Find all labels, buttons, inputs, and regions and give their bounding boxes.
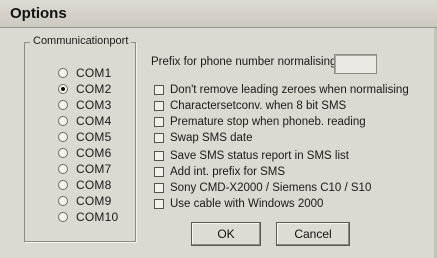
radio-label: COM9 [76, 193, 112, 208]
radio-com1[interactable]: COM1 [58, 65, 111, 80]
radio-com3[interactable]: COM3 [58, 97, 111, 112]
prefix-input[interactable] [334, 54, 377, 74]
radio-com7[interactable]: COM7 [58, 161, 111, 176]
checkbox-label: Use cable with Windows 2000 [170, 198, 324, 210]
radio-com4[interactable]: COM4 [58, 113, 111, 128]
prefix-label: Prefix for phone number normalising [151, 56, 337, 68]
checkbox[interactable] [154, 101, 164, 111]
radio-label: COM5 [76, 129, 112, 144]
radio-button[interactable] [58, 131, 68, 142]
radio-label: COM2 [76, 81, 112, 96]
radio-button[interactable] [58, 67, 68, 78]
checkbox[interactable] [154, 199, 164, 209]
radio-button[interactable] [58, 179, 68, 190]
checkbox[interactable] [154, 117, 164, 127]
checkbox-label: Premature stop when phoneb. reading [170, 116, 366, 128]
ok-button[interactable]: OK [191, 222, 261, 246]
radio-com5[interactable]: COM5 [58, 129, 111, 144]
radio-label: COM1 [76, 65, 112, 80]
radio-label: COM7 [76, 161, 112, 176]
radio-button[interactable] [58, 115, 68, 126]
checkbox-label: Save SMS status report in SMS list [170, 150, 349, 162]
checkbox-label: Sony CMD-X2000 / Siemens C10 / S10 [170, 182, 372, 194]
radio-label: COM8 [76, 177, 112, 192]
cancel-button[interactable]: Cancel [276, 222, 350, 246]
checkbox-label: Don't remove leading zeroes when normali… [170, 84, 409, 96]
option-save-status-report[interactable]: Save SMS status report in SMS list [154, 149, 349, 163]
title-bar: Options [0, 0, 437, 28]
radio-com10[interactable]: COM10 [58, 209, 118, 224]
radio-com2[interactable]: COM2 [58, 81, 111, 96]
checkbox-label: Add int. prefix for SMS [170, 166, 286, 178]
radio-com6[interactable]: COM6 [58, 145, 111, 160]
radio-button[interactable] [58, 99, 68, 110]
option-charset-conversion[interactable]: Charactersetconv. when 8 bit SMS [154, 99, 346, 113]
communication-port-label: Communicationport [30, 35, 132, 47]
radio-button-selected[interactable] [58, 83, 68, 94]
checkbox[interactable] [154, 85, 164, 95]
checkbox-label: Swap SMS date [170, 132, 253, 144]
checkbox[interactable] [154, 133, 164, 143]
radio-button[interactable] [58, 195, 68, 206]
radio-label: COM4 [76, 113, 112, 128]
radio-label: COM6 [76, 145, 112, 160]
radio-com9[interactable]: COM9 [58, 193, 111, 208]
window-title: Options [10, 5, 67, 22]
option-swap-sms-date[interactable]: Swap SMS date [154, 131, 252, 145]
checkbox-label: Charactersetconv. when 8 bit SMS [170, 100, 347, 112]
option-add-int-prefix[interactable]: Add int. prefix for SMS [154, 165, 285, 179]
checkbox[interactable] [154, 151, 164, 161]
radio-com8[interactable]: COM8 [58, 177, 111, 192]
radio-label: COM3 [76, 97, 112, 112]
checkbox[interactable] [154, 183, 164, 193]
option-keep-leading-zeroes[interactable]: Don't remove leading zeroes when normali… [154, 83, 409, 97]
checkbox[interactable] [154, 167, 164, 177]
radio-button[interactable] [58, 163, 68, 174]
radio-button[interactable] [58, 147, 68, 158]
option-sony-siemens[interactable]: Sony CMD-X2000 / Siemens C10 / S10 [154, 181, 371, 195]
radio-button[interactable] [58, 211, 68, 222]
option-cable-windows-2000[interactable]: Use cable with Windows 2000 [154, 197, 323, 211]
option-premature-stop[interactable]: Premature stop when phoneb. reading [154, 115, 366, 129]
radio-label: COM10 [76, 209, 119, 224]
